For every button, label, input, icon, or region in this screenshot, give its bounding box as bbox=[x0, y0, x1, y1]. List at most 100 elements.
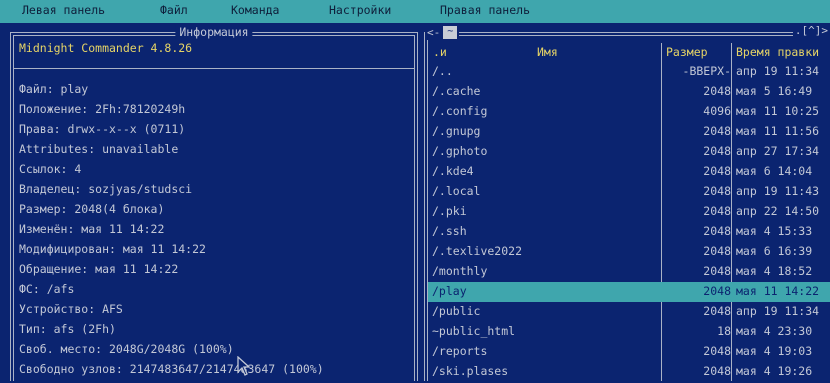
file-row[interactable]: ~public_html 18 мая 4 23:30 bbox=[428, 322, 830, 342]
info-divider bbox=[13, 68, 415, 69]
panel-nav-left: <- ~ bbox=[425, 24, 460, 40]
menu-item-command[interactable]: Команда bbox=[231, 3, 279, 17]
file-size: 2048 bbox=[703, 224, 731, 238]
file-size: 2048 bbox=[703, 364, 731, 378]
file-name: /.config bbox=[432, 104, 488, 118]
file-name: /.kde4 bbox=[432, 164, 474, 178]
file-mtime: апр 27 17:34 bbox=[736, 144, 820, 158]
info-line-links: Ссылок: 4 bbox=[19, 162, 82, 176]
info-line-type: Тип: afs (2Fh) bbox=[19, 322, 116, 336]
info-line-device: Устройство: AFS bbox=[19, 302, 123, 316]
file-name: /.cache bbox=[432, 84, 481, 98]
file-name: /.local bbox=[432, 184, 481, 198]
info-line-owner: Владелец: sozjyas/studsci bbox=[19, 182, 193, 196]
file-size: 2048 bbox=[703, 164, 731, 178]
file-size: 4096 bbox=[703, 104, 731, 118]
file-name: /monthly bbox=[432, 264, 488, 278]
file-row[interactable]: /play 2048 мая 11 14:22 bbox=[428, 282, 830, 302]
file-mtime: мая 4 23:30 bbox=[736, 324, 813, 338]
menu-item-file[interactable]: Файл bbox=[160, 3, 188, 17]
file-row[interactable]: /.. -ВВЕРХ-апр 19 11:34 bbox=[428, 62, 830, 82]
column-header-mtime[interactable]: Время правки bbox=[736, 45, 819, 59]
file-size: -ВВЕРХ- bbox=[682, 64, 731, 78]
column-header-size[interactable]: Размер bbox=[666, 45, 708, 59]
file-size: 2048 bbox=[703, 344, 731, 358]
file-size: 2048 bbox=[703, 84, 731, 98]
file-size: 18 bbox=[717, 324, 731, 338]
info-line-location: Положение: 2Fh:78120249h bbox=[19, 102, 186, 116]
file-row[interactable]: /.local 2048 апр 19 11:43 bbox=[428, 182, 830, 202]
menu-item-right-panel[interactable]: Правая панель bbox=[440, 3, 530, 17]
file-name: /.gnupg bbox=[432, 124, 481, 138]
file-size: 2048 bbox=[703, 144, 731, 158]
file-size: 2048 bbox=[703, 184, 731, 198]
info-line-modified: Модифицирован: мая 11 14:22 bbox=[19, 242, 206, 256]
file-mtime: апр 22 14:50 bbox=[736, 204, 820, 218]
info-line-attributes: Attributes: unavailable bbox=[19, 142, 179, 156]
file-name: /.. bbox=[432, 64, 453, 78]
file-mtime: мая 5 16:49 bbox=[736, 84, 813, 98]
file-panel[interactable]: <- ~ .[^]> .и Имя Размер Время правки /.… bbox=[424, 24, 830, 382]
file-size: 2048 bbox=[703, 304, 731, 318]
file-size: 2048 bbox=[703, 264, 731, 278]
file-mtime: мая 4 18:52 bbox=[736, 264, 813, 278]
file-mtime: мая 4 19:26 bbox=[736, 364, 813, 378]
file-name: /public bbox=[432, 304, 481, 318]
file-mtime: мая 4 19:03 bbox=[736, 344, 813, 358]
file-name: /ski.plases bbox=[432, 364, 509, 378]
file-row[interactable]: /reports 2048 мая 4 19:03 bbox=[428, 342, 830, 362]
file-mtime: мая 11 10:25 bbox=[736, 104, 820, 118]
file-row[interactable]: /ski.plases 2048 мая 4 19:26 bbox=[428, 362, 830, 382]
file-size: 2048 bbox=[703, 124, 731, 138]
file-size: 2048 bbox=[703, 244, 731, 258]
info-panel-title: Информация bbox=[175, 25, 253, 39]
info-line-filesystem: ФС: /afs bbox=[19, 282, 75, 296]
file-row[interactable]: /monthly 2048 мая 4 18:52 bbox=[428, 262, 830, 282]
column-header-sort[interactable]: .и bbox=[433, 45, 447, 59]
file-row[interactable]: /.texlive2022 2048 мая 6 16:39 bbox=[428, 242, 830, 262]
info-line-permissions: Права: drwx--x--x (0711) bbox=[19, 122, 186, 136]
file-row[interactable]: /public 2048 апр 19 11:34 bbox=[428, 302, 830, 322]
file-row[interactable]: /.config 4096 мая 11 10:25 bbox=[428, 102, 830, 122]
file-mtime: мая 6 16:39 bbox=[736, 244, 813, 258]
file-mtime: мая 11 11:56 bbox=[736, 124, 820, 138]
file-row[interactable]: /.ssh 2048 мая 4 15:33 bbox=[428, 222, 830, 242]
file-row[interactable]: /.cache 2048 мая 5 16:49 bbox=[428, 82, 830, 102]
info-panel[interactable]: Информация Midnight Commander 4.8.26 Фай… bbox=[10, 25, 418, 381]
info-line-changed: Изменён: мая 11 14:22 bbox=[19, 222, 165, 236]
file-row[interactable]: /.kde4 2048 мая 6 14:04 bbox=[428, 162, 830, 182]
menu-item-left-panel[interactable]: Левая панель bbox=[22, 3, 105, 17]
menu-bar: Левая панель Файл Команда Настройки Прав… bbox=[0, 0, 830, 23]
info-line-free-space: Своб. место: 2048G/2048G (100%) bbox=[19, 342, 234, 356]
info-line-file: Файл: play bbox=[19, 82, 89, 96]
file-name: ~public_html bbox=[432, 324, 516, 338]
file-row[interactable]: /.gnupg 2048 мая 11 11:56 bbox=[428, 122, 830, 142]
file-row[interactable]: /.gphoto 2048 апр 27 17:34 bbox=[428, 142, 830, 162]
file-mtime: апр 19 11:34 bbox=[736, 304, 820, 318]
file-mtime: мая 6 14:04 bbox=[736, 164, 813, 178]
file-name: /.ssh bbox=[432, 224, 467, 238]
mouse-pointer-icon bbox=[237, 356, 251, 376]
file-mtime: мая 4 15:33 bbox=[736, 224, 813, 238]
column-header-name[interactable]: Имя bbox=[537, 45, 558, 59]
home-dir-button[interactable]: ~ bbox=[443, 25, 458, 39]
panel-nav-right[interactable]: .[^]> bbox=[792, 24, 830, 37]
file-name: /play bbox=[432, 284, 467, 298]
file-name: /.pki bbox=[432, 204, 467, 218]
file-row[interactable]: /.pki 2048 апр 22 14:50 bbox=[428, 202, 830, 222]
app-version: Midnight Commander 4.8.26 bbox=[19, 41, 193, 55]
file-name: /.gphoto bbox=[432, 144, 488, 158]
info-line-free-inodes: Свободно узлов: 2147483647/2147483647 (1… bbox=[19, 362, 324, 376]
file-name: /reports bbox=[432, 344, 488, 358]
info-line-accessed: Обращение: мая 11 14:22 bbox=[19, 262, 179, 276]
history-back-icon[interactable]: <- bbox=[427, 26, 440, 39]
menu-item-settings[interactable]: Настройки bbox=[329, 3, 391, 17]
file-mtime: апр 19 11:43 bbox=[736, 184, 820, 198]
file-size: 2048 bbox=[703, 284, 731, 298]
terminal-screen: Информация Midnight Commander 4.8.26 Фай… bbox=[0, 23, 830, 383]
file-size: 2048 bbox=[703, 204, 731, 218]
file-name: /.texlive2022 bbox=[432, 244, 523, 258]
file-mtime: мая 11 14:22 bbox=[736, 284, 820, 298]
file-mtime: апр 19 11:34 bbox=[736, 64, 820, 78]
info-line-size: Размер: 2048(4 блока) bbox=[19, 202, 165, 216]
